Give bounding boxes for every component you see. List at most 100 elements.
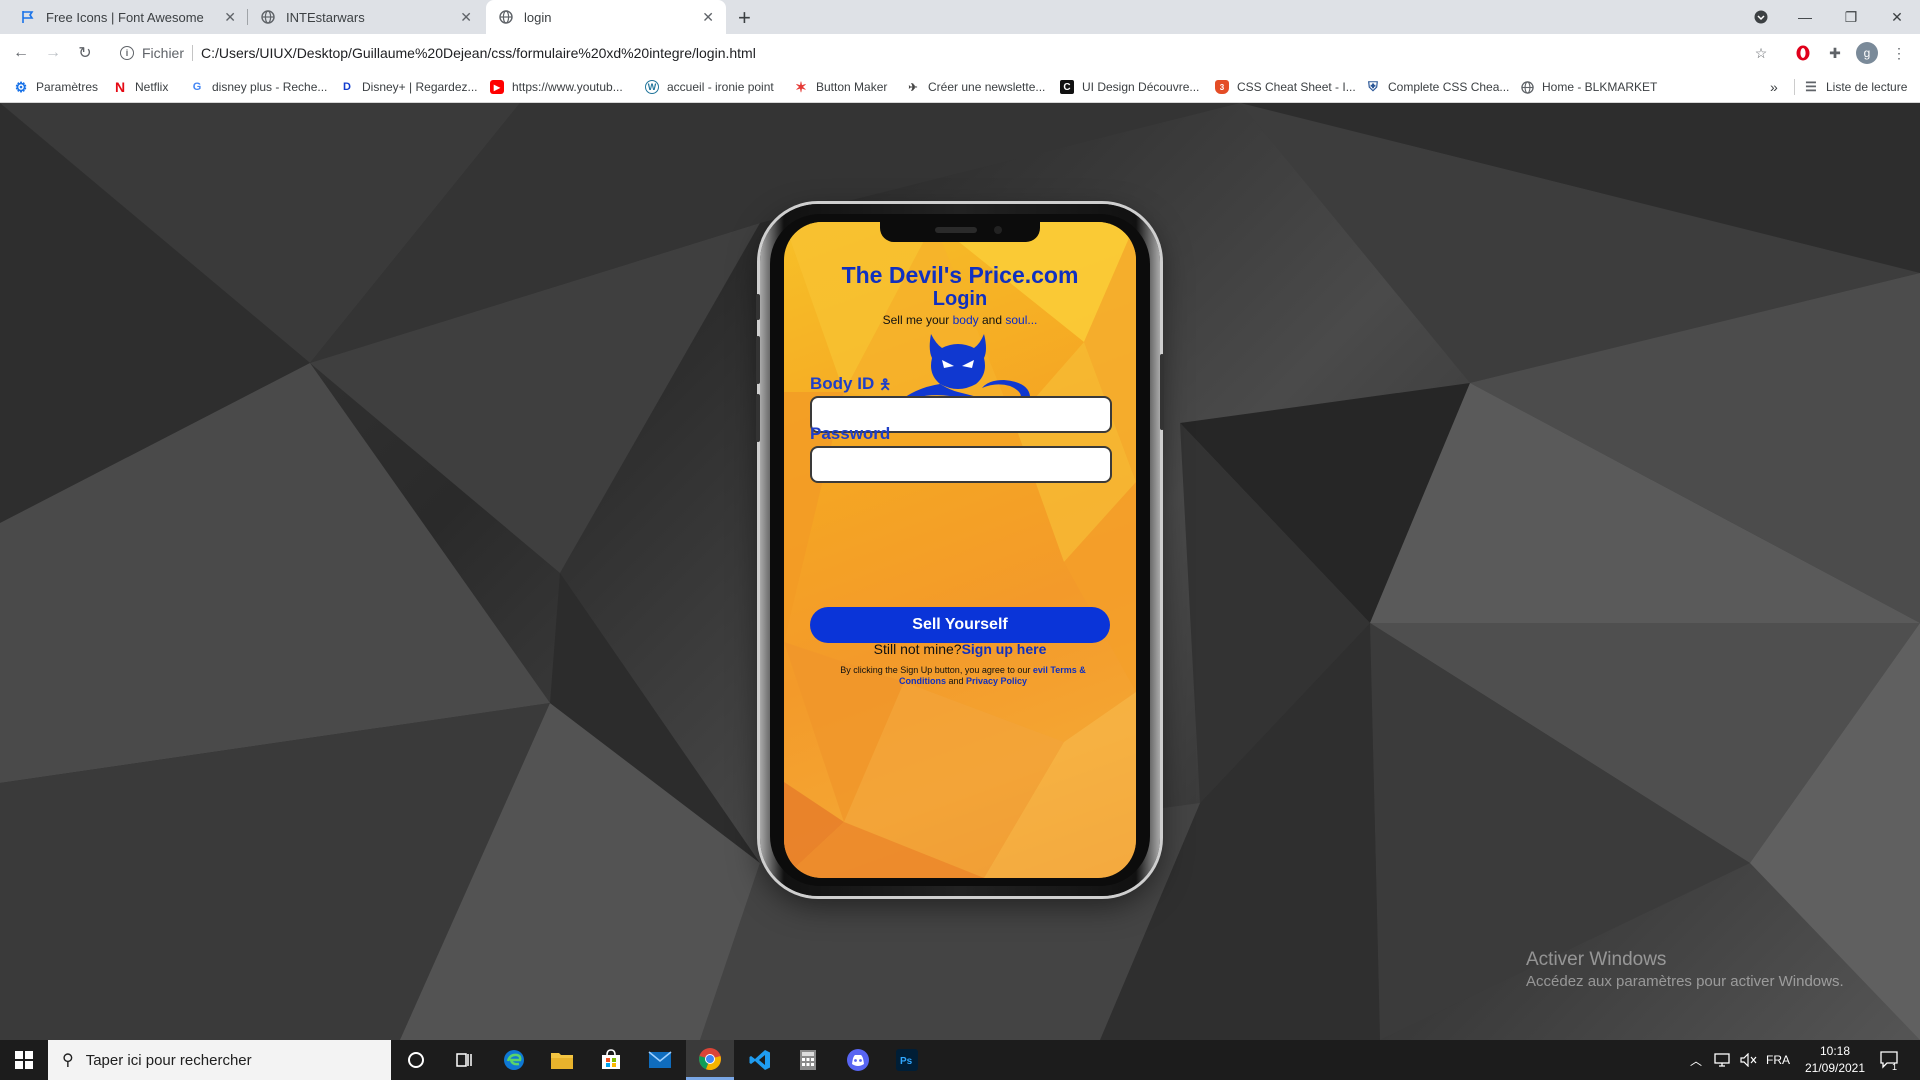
calculator-button[interactable]	[784, 1040, 832, 1080]
minimize-button[interactable]: —	[1782, 0, 1828, 34]
start-button[interactable]	[0, 1040, 48, 1080]
tab-intestarwars[interactable]: INTEstarwars ✕	[248, 0, 484, 34]
discord-button[interactable]	[834, 1040, 882, 1080]
login-form: The Devil's Price.com Login Sell me your…	[784, 222, 1136, 878]
task-view-button[interactable]	[440, 1040, 488, 1080]
search-placeholder: Taper ici pour rechercher	[85, 1051, 252, 1069]
page-title: Login	[932, 288, 988, 310]
network-icon[interactable]	[1714, 1040, 1732, 1080]
forward-button[interactable]: →	[43, 43, 63, 63]
bookmark-item[interactable]: ⛨ Complete CSS Chea...	[1366, 78, 1509, 96]
arrow-right-icon: →	[45, 44, 61, 61]
notification-count: 1	[1892, 1062, 1898, 1072]
globe-icon	[498, 9, 514, 25]
mail-button[interactable]	[636, 1040, 684, 1080]
clock[interactable]: 10:18 21/09/2021	[1790, 1043, 1880, 1077]
task-view-icon	[456, 1053, 472, 1067]
mail-icon	[648, 1051, 672, 1068]
taskbar-search[interactable]: ⚲ Taper ici pour rechercher	[48, 1040, 391, 1080]
vscode-button[interactable]	[736, 1040, 784, 1080]
arrow-left-icon: ←	[13, 44, 29, 61]
puzzle-icon[interactable]: ✚	[1826, 44, 1844, 62]
tab-font-awesome[interactable]: Free Icons | Font Awesome ✕	[8, 0, 248, 34]
store-button[interactable]	[587, 1040, 635, 1080]
bookmark-item[interactable]: W accueil - ironie point	[645, 78, 774, 96]
globe-icon	[1520, 80, 1534, 94]
bookmark-item[interactable]: D Disney+ | Regardez...	[340, 78, 478, 96]
sell-yourself-button[interactable]: Sell Yourself	[810, 607, 1110, 643]
css-icon: 3	[1215, 80, 1229, 94]
disney-icon: D	[343, 81, 351, 93]
avatar[interactable]: g	[1856, 42, 1878, 64]
close-icon[interactable]: ✕	[224, 9, 236, 26]
scheme-label: Fichier	[142, 45, 185, 61]
taskbar: ⚲ Taper ici pour rechercher Ps ︿ FRA 10:…	[0, 1040, 1920, 1080]
bookmark-star-icon[interactable]: ☆	[1752, 44, 1770, 62]
cortana-icon	[408, 1052, 424, 1068]
tab-login[interactable]: login ✕	[486, 0, 726, 34]
bookmark-item[interactable]: G disney plus - Reche...	[190, 78, 328, 96]
notification-center-button[interactable]: 1	[1880, 1040, 1900, 1080]
chrome-button[interactable]	[686, 1040, 734, 1080]
site-title: The Devil's Price.com	[841, 262, 1079, 288]
search-icon: ⚲	[62, 1052, 74, 1069]
terms-notice: By clicking the Sign Up button, you agre…	[840, 665, 1086, 686]
reading-list-button[interactable]: ☰ Liste de lecture	[1804, 78, 1907, 96]
tab-strip: Free Icons | Font Awesome ✕ INTEstarwars…	[0, 0, 1920, 34]
youtube-icon: ▶	[490, 80, 504, 94]
bookmark-item[interactable]: ✶ Button Maker	[794, 78, 887, 96]
chevron-down-icon	[1754, 10, 1768, 24]
show-hidden-icons-button[interactable]: ︿	[1690, 1040, 1702, 1080]
person-icon: 🯅	[878, 376, 892, 392]
address-bar[interactable]: i Fichier C:/Users/UIUX/Desktop/Guillaum…	[110, 38, 1772, 68]
signup-prompt: Still not mine?Sign up here	[873, 641, 1047, 657]
restore-button[interactable]: ❐	[1828, 0, 1874, 34]
photoshop-icon: Ps	[896, 1049, 918, 1071]
signup-link[interactable]: Sign up here	[962, 641, 1047, 657]
back-button[interactable]: ←	[11, 43, 31, 63]
close-window-button[interactable]: ✕	[1874, 0, 1920, 34]
privacy-link[interactable]: Privacy Policy	[966, 676, 1027, 686]
close-icon[interactable]: ✕	[460, 9, 472, 26]
folder-icon	[551, 1053, 573, 1069]
more-bookmarks-button[interactable]: »	[1770, 78, 1778, 96]
bookmark-item[interactable]: C UI Design Découvre...	[1060, 78, 1199, 96]
vscode-icon	[749, 1050, 770, 1070]
globe-icon	[260, 9, 276, 25]
bookmark-item[interactable]: ⚙ Paramètres	[14, 78, 98, 96]
tab-search-button[interactable]	[1738, 0, 1784, 34]
body-id-label: Body ID 🯅	[810, 374, 892, 393]
info-icon[interactable]: i	[120, 46, 134, 60]
url-text[interactable]: C:/Users/UIUX/Desktop/Guillaume%20Dejean…	[201, 45, 756, 61]
chevron-up-icon: ︿	[1690, 1053, 1703, 1068]
close-icon[interactable]: ✕	[702, 9, 714, 26]
tab-title: Free Icons | Font Awesome	[46, 9, 204, 25]
cortana-button[interactable]	[392, 1040, 440, 1080]
volume-muted-icon[interactable]	[1740, 1040, 1758, 1080]
bookmark-item[interactable]: N Netflix	[113, 78, 168, 96]
bookmark-item[interactable]: Home - BLKMARKET	[1520, 78, 1657, 96]
file-explorer-button[interactable]	[538, 1040, 586, 1080]
netflix-icon: N	[114, 79, 126, 95]
star-icon: ✶	[795, 78, 807, 95]
chrome-icon	[699, 1047, 721, 1070]
tab-title: INTEstarwars	[286, 9, 365, 25]
flag-icon	[20, 9, 36, 25]
password-input[interactable]	[810, 446, 1112, 483]
edge-button[interactable]	[490, 1040, 538, 1080]
phone-screen: The Devil's Price.com Login Sell me your…	[784, 222, 1136, 878]
gear-icon: ⚙	[14, 78, 28, 95]
date: 21/09/2021	[1804, 1061, 1866, 1075]
bookmark-item[interactable]: 3 CSS Cheat Sheet - I...	[1215, 78, 1356, 96]
language-indicator[interactable]: FRA	[1766, 1040, 1790, 1080]
edge-icon	[504, 1050, 524, 1070]
bookmark-item[interactable]: ▶ https://www.youtub...	[490, 78, 623, 96]
bookmark-item[interactable]: ✈ Créer une newslette...	[906, 78, 1045, 96]
menu-icon[interactable]: ⋮	[1890, 44, 1908, 62]
bookmarks-bar: ⚙ Paramètres N Netflix G disney plus - R…	[0, 72, 1920, 103]
new-tab-button[interactable]: +	[738, 5, 751, 31]
tagline: Sell me your body and soul...	[882, 313, 1038, 327]
photoshop-button[interactable]: Ps	[883, 1040, 931, 1080]
reload-button[interactable]: ↻	[75, 43, 95, 63]
opera-icon[interactable]	[1794, 44, 1812, 62]
